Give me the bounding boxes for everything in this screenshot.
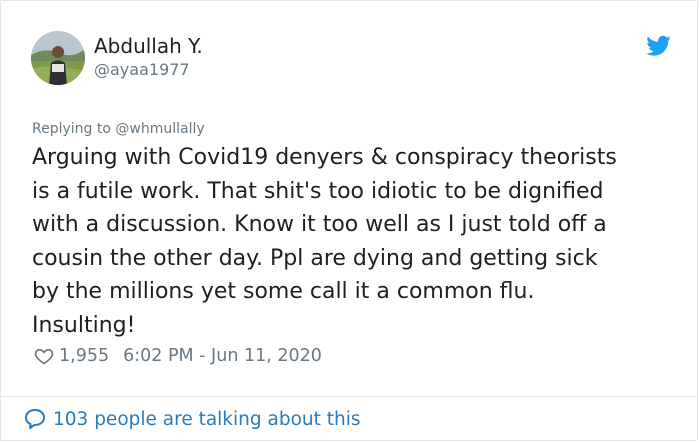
tweet-line: with a discussion. Know it too well as I… <box>32 212 607 237</box>
conversation-count-label[interactable]: 103 people are talking about this <box>53 409 361 430</box>
tweet-timestamp[interactable]: 6:02 PM - Jun 11, 2020 <box>123 346 322 366</box>
tweet-text: Arguing with Covid19 denyers & conspirac… <box>32 141 682 342</box>
author-display-name[interactable]: Abdullah Y. <box>94 33 203 59</box>
tweet-line: Arguing with Covid19 denyers & conspirac… <box>32 145 617 170</box>
like-count[interactable]: 1,955 <box>59 346 109 366</box>
tweet-header: Abdullah Y. @ayaa1977 <box>31 31 671 87</box>
conversation-link[interactable]: 103 people are talking about this <box>23 404 361 434</box>
twitter-bird-icon[interactable] <box>646 35 671 57</box>
replying-to-label[interactable]: Replying to @whmullally <box>32 119 205 139</box>
avatar[interactable] <box>31 31 85 85</box>
author-handle[interactable]: @ayaa1977 <box>94 59 203 81</box>
tweet-line: is a futile work. That shit's too idioti… <box>32 178 604 204</box>
divider <box>1 396 697 397</box>
tweet-line: Insulting! <box>32 312 136 338</box>
speech-bubble-icon <box>23 407 47 431</box>
tweet-line: cousin the other day. Ppl are dying and … <box>32 245 598 271</box>
tweet-card: Abdullah Y. @ayaa1977 Replying to @whmul… <box>0 0 698 441</box>
tweet-meta: 1,955 6:02 PM - Jun 11, 2020 <box>34 344 322 368</box>
tweet-line: by the millions yet some call it a commo… <box>32 279 535 304</box>
heart-icon[interactable] <box>34 346 54 366</box>
